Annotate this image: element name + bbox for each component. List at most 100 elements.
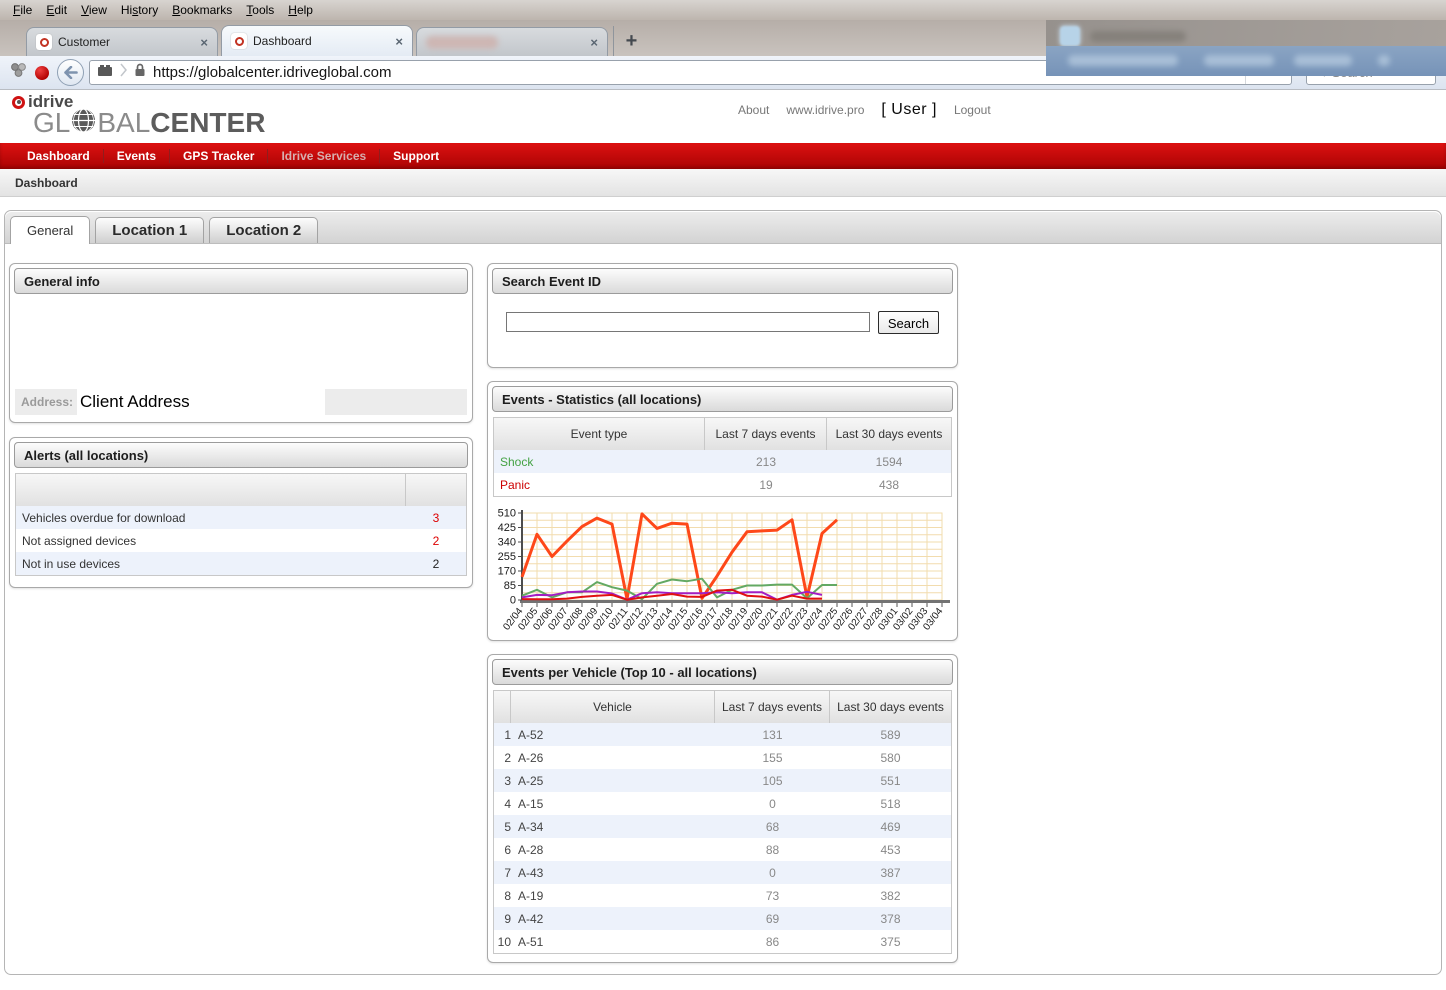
vehicle-row: 6A-2888453	[494, 838, 951, 861]
column-last30: Last 30 days events	[827, 418, 951, 450]
svg-text:85: 85	[504, 580, 516, 592]
column-vehicle: Vehicle	[511, 691, 715, 723]
vehicle-name: A-15	[511, 797, 715, 811]
event-type-row: Shock2131594	[494, 450, 951, 473]
about-link[interactable]: About	[738, 103, 769, 117]
vehicle-rank: 8	[494, 889, 511, 903]
menu-history[interactable]: History	[114, 1, 165, 19]
event-id-input[interactable]	[506, 312, 870, 332]
panel-title: General info	[14, 268, 468, 294]
tab-close-icon[interactable]: ×	[200, 36, 208, 49]
vehicle-name: A-25	[511, 774, 715, 788]
vehicle-row: 3A-25105551	[494, 769, 951, 792]
redacted-window-toolbar	[1046, 46, 1446, 76]
menu-edit[interactable]: Edit	[39, 1, 74, 19]
vehicle-name: A-51	[511, 935, 715, 949]
last7-value: 19	[705, 478, 827, 492]
extension-paw-icon[interactable]	[10, 62, 27, 83]
events-trend-chart: 08517025534042551002/0402/0502/0602/0702…	[495, 508, 953, 641]
nav-support[interactable]: Support	[379, 149, 452, 163]
vehicle-name: A-52	[511, 728, 715, 742]
tab-general[interactable]: General	[10, 216, 90, 244]
recording-indicator-icon[interactable]	[35, 66, 49, 80]
stats-table-header: Event type Last 7 days events Last 30 da…	[494, 418, 951, 450]
back-button[interactable]	[57, 59, 84, 86]
nav-gps-tracker[interactable]: GPS Tracker	[169, 149, 267, 163]
new-tab-button[interactable]: +	[613, 26, 649, 56]
last7-value: 0	[715, 866, 830, 880]
url-text[interactable]: https://globalcenter.idriveglobal.com	[153, 64, 391, 81]
events-statistics-table: Event type Last 7 days events Last 30 da…	[493, 417, 952, 497]
alerts-table-header	[16, 474, 466, 506]
last7-value: 131	[715, 728, 830, 742]
search-button[interactable]: Search	[878, 311, 939, 334]
last7-value: 73	[715, 889, 830, 903]
lock-icon[interactable]	[134, 63, 146, 82]
alert-row: Vehicles overdue for download3	[16, 506, 466, 529]
dashboard-container: General Location 1 Location 2 General in…	[4, 210, 1442, 975]
logout-link[interactable]: Logout	[954, 103, 991, 117]
last7-value: 69	[715, 912, 830, 926]
browser-tab-dashboard[interactable]: Dashboard ×	[221, 25, 413, 56]
vehicle-rank: 9	[494, 912, 511, 926]
tab-title: Customer	[58, 35, 110, 49]
globe-icon	[71, 108, 96, 137]
address-label: Address:	[15, 395, 77, 409]
general-info-panel: General info Address: Client Address	[9, 263, 473, 423]
location-tab-strip: General Location 1 Location 2	[5, 211, 1441, 244]
current-user-label: [ User ]	[881, 101, 937, 119]
redacted-tab-title	[426, 36, 498, 49]
vehicle-rank: 2	[494, 751, 511, 765]
redacted-window-icon	[1060, 26, 1080, 46]
column-last7: Last 7 days events	[715, 691, 830, 723]
last30-value: 382	[830, 889, 951, 903]
browser-tab-redacted[interactable]: ×	[416, 27, 608, 56]
tab-close-icon[interactable]: ×	[395, 35, 403, 48]
svg-text:340: 340	[498, 537, 516, 549]
vehicle-row: 10A-5186375	[494, 930, 951, 953]
column-rank	[494, 691, 511, 723]
browser-tab-customer[interactable]: Customer ×	[26, 27, 218, 56]
menu-file[interactable]: File	[6, 1, 39, 19]
tab-location-2[interactable]: Location 2	[209, 217, 318, 243]
event-type: Panic	[494, 478, 705, 492]
site-identity-icon[interactable]	[97, 64, 113, 82]
redacted-window-region	[1046, 20, 1446, 76]
vehicle-row: 2A-26155580	[494, 746, 951, 769]
alert-row: Not assigned devices2	[16, 529, 466, 552]
panel-title: Alerts (all locations)	[14, 442, 468, 468]
idrive-ring-icon	[12, 96, 25, 109]
nav-events[interactable]: Events	[103, 149, 169, 163]
idrive-pro-link[interactable]: www.idrive.pro	[786, 103, 864, 117]
vehicle-name: A-19	[511, 889, 715, 903]
tab-close-icon[interactable]: ×	[590, 36, 598, 49]
last7-value: 155	[715, 751, 830, 765]
last30-value: 438	[827, 478, 951, 492]
panel-title: Search Event ID	[492, 268, 953, 294]
vehicle-name: A-43	[511, 866, 715, 880]
panel-title: Events - Statistics (all locations)	[492, 386, 953, 412]
svg-text:170: 170	[498, 566, 516, 578]
nav-idrive-services[interactable]: Idrive Services	[267, 149, 379, 163]
last30-value: 518	[830, 797, 951, 811]
panel-title: Events per Vehicle (Top 10 - all locatio…	[492, 659, 953, 685]
last7-value: 88	[715, 843, 830, 857]
menu-help[interactable]: Help	[281, 1, 320, 19]
logo-gl: GL	[33, 109, 70, 136]
vehicle-rank: 7	[494, 866, 511, 880]
vehicle-name: A-34	[511, 820, 715, 834]
menu-tools[interactable]: Tools	[239, 1, 281, 19]
address-row: Address: Client Address	[15, 389, 467, 415]
last7-value: 0	[715, 797, 830, 811]
alerts-table: Vehicles overdue for download3Not assign…	[15, 473, 467, 576]
alert-row: Not in use devices2	[16, 552, 466, 575]
menu-view[interactable]: View	[74, 1, 114, 19]
tab-location-1[interactable]: Location 1	[95, 217, 204, 243]
vehicle-table-header: Vehicle Last 7 days events Last 30 days …	[494, 691, 951, 723]
tab-title: Dashboard	[253, 34, 312, 48]
last30-value: 589	[830, 728, 951, 742]
vehicle-row: 7A-430387	[494, 861, 951, 884]
menu-bookmarks[interactable]: Bookmarks	[165, 1, 239, 19]
nav-dashboard[interactable]: Dashboard	[14, 149, 103, 163]
event-type: Shock	[494, 455, 705, 469]
